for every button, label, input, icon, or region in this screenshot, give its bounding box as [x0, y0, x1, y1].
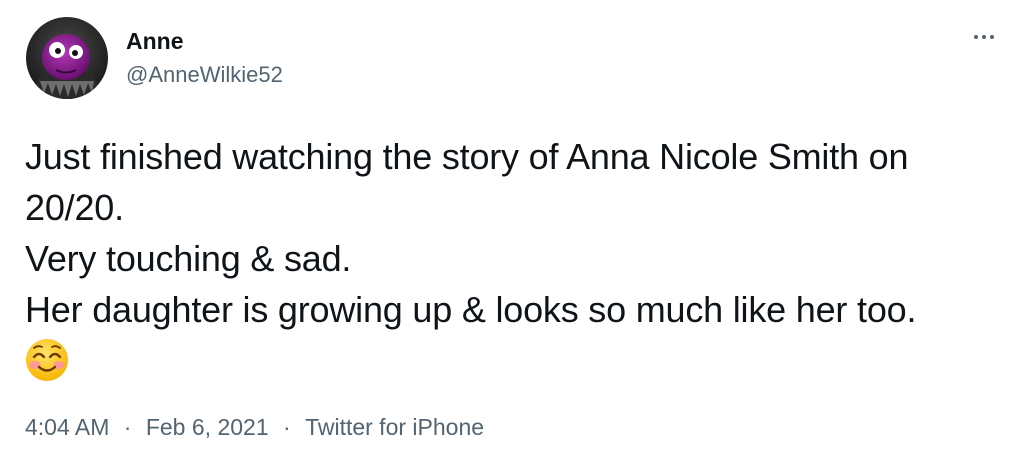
- tweet-source[interactable]: Twitter for iPhone: [305, 412, 484, 442]
- display-name[interactable]: Anne: [126, 27, 184, 55]
- avatar[interactable]: [26, 17, 108, 99]
- tweet-line: Very touching & sad.: [25, 238, 352, 279]
- purple-monster-avatar-icon: [26, 17, 108, 99]
- tweet-meta: 4:04 AM · Feb 6, 2021 · Twitter for iPho…: [25, 412, 484, 442]
- tweet-date[interactable]: Feb 6, 2021: [146, 412, 269, 442]
- tweet-time[interactable]: 4:04 AM: [25, 412, 109, 442]
- more-options-button[interactable]: [964, 25, 1004, 49]
- more-horizontal-icon: [990, 35, 994, 39]
- tweet-text: Just finished watching the story of Anna…: [25, 131, 1000, 382]
- tweet-card: Anne @AnneWilkie52 Just finished watchin…: [0, 0, 1024, 460]
- smiling-face-with-smiling-eyes-emoji-icon: [25, 338, 69, 382]
- tweet-line: Just finished watching the story of Anna…: [25, 136, 909, 177]
- user-handle[interactable]: @AnneWilkie52: [126, 61, 283, 89]
- separator-dot: ·: [283, 414, 291, 440]
- tweet-line: Her daughter is growing up & looks so mu…: [25, 289, 917, 330]
- more-horizontal-icon: [982, 35, 986, 39]
- separator-dot: ·: [123, 414, 132, 440]
- tweet-line: 20/20.: [25, 187, 124, 228]
- more-horizontal-icon: [974, 35, 978, 39]
